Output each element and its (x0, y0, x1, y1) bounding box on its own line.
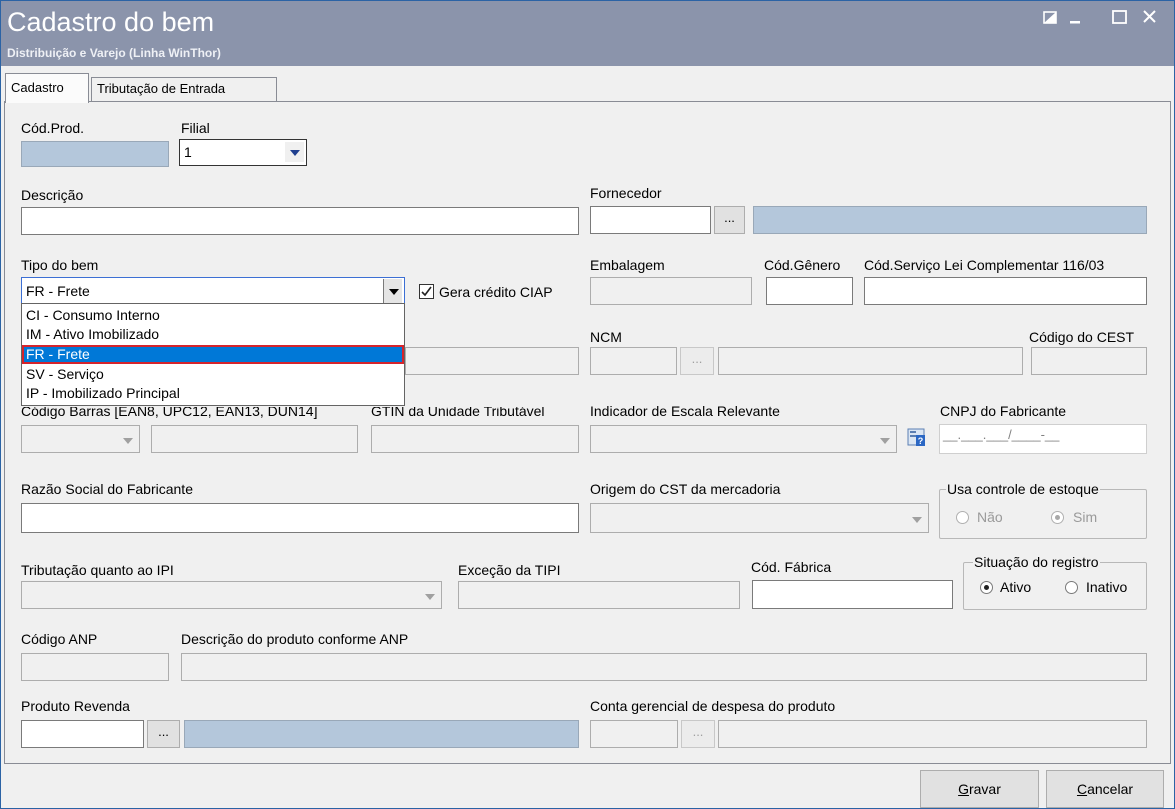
tipo-bem-option[interactable]: SV - Serviço (22, 365, 404, 384)
cancelar-accel: C (1076, 781, 1088, 797)
minimize-icon[interactable] (1065, 7, 1087, 27)
ncm-description-field (718, 347, 1023, 375)
filial-value: 1 (184, 144, 192, 160)
codigo-anp-field (21, 653, 169, 681)
close-icon[interactable] (1139, 7, 1161, 27)
situacao-inativo-label: Inativo (1086, 579, 1128, 595)
maximize-icon[interactable] (1109, 7, 1131, 27)
desc-anp-label: Descrição do produto conforme ANP (181, 631, 409, 647)
gtin-field (371, 425, 579, 453)
chevron-down-icon (118, 428, 137, 448)
desc-anp-field (181, 653, 1147, 681)
gravar-accel: G (958, 781, 969, 797)
fornecedor-name-field (753, 206, 1147, 234)
conta-gerencial-label: Conta gerencial de despesa do produto (590, 698, 836, 714)
conta-gerencial-search-button: ... (681, 720, 715, 748)
filial-label: Filial (181, 120, 210, 136)
descricao-input[interactable] (21, 207, 579, 235)
fornecedor-label: Fornecedor (590, 185, 662, 201)
gravar-button[interactable]: Gravar (920, 770, 1039, 808)
indicador-escala-label: Indicador de Escala Relevante (590, 403, 780, 419)
cnpj-mask: __.___.___/____-__ (943, 427, 1060, 442)
origem-cst-select (590, 503, 929, 533)
excecao-tipi-field (458, 581, 740, 609)
tipo-bem-option[interactable]: IM - Ativo Imobilizado (22, 325, 404, 344)
conta-gerencial-field (590, 720, 678, 748)
gera-credito-checkbox[interactable] (419, 284, 434, 299)
cod-servico-label: Cód.Serviço Lei Complementar 116/03 (864, 257, 1105, 273)
gera-credito-label: Gera crédito CIAP (439, 284, 553, 300)
tipo-bem-option[interactable]: CI - Consumo Interno (22, 306, 404, 325)
chevron-down-icon[interactable] (383, 279, 402, 303)
gravar-label: ravar (968, 781, 1001, 797)
produto-revenda-search-button[interactable]: ... (147, 720, 180, 748)
cod-fabrica-label: Cód. Fábrica (751, 559, 832, 575)
tipo-bem-select[interactable]: FR - Frete (21, 277, 405, 305)
filial-select[interactable]: 1 (179, 139, 307, 166)
tab-cadastro[interactable]: Cadastro (5, 73, 89, 103)
trib-ipi-select (21, 581, 442, 609)
title-bar: Cadastro do bem Distribuição e Varejo (L… (1, 1, 1174, 66)
chevron-down-icon (907, 507, 926, 527)
window-subtitle: Distribuição e Varejo (Linha WinThor) (7, 46, 221, 60)
cod-fabrica-input[interactable] (752, 580, 953, 609)
chevron-down-icon (875, 428, 894, 448)
trib-ipi-label: Tributação quanto ao IPI (21, 562, 174, 578)
cod-servico-input[interactable] (864, 277, 1147, 305)
embalagem-field (590, 277, 752, 305)
codigo-cest-label: Código do CEST (1029, 329, 1135, 345)
codigo-barras-field (151, 425, 358, 453)
estoque-sim-radio (1051, 511, 1064, 524)
window-title: Cadastro do bem (7, 7, 215, 37)
chevron-down-icon[interactable] (285, 142, 304, 162)
cancelar-button[interactable]: Cancelar (1046, 770, 1164, 808)
cod-genero-input[interactable] (766, 277, 853, 305)
tipo-bem-dropdown-list[interactable]: CI - Consumo Interno IM - Ativo Imobiliz… (21, 303, 405, 406)
produto-revenda-name-field (184, 720, 579, 748)
estoque-nao-label: Não (977, 509, 1003, 525)
tipo-bem-label: Tipo do bem (21, 257, 99, 273)
razao-social-label: Razão Social do Fabricante (21, 481, 193, 497)
situacao-ativo-label: Ativo (1000, 579, 1032, 595)
codigo-barras-select (21, 425, 140, 453)
cod-genero-label: Cód.Gênero (764, 257, 841, 273)
fornecedor-search-button[interactable]: ... (714, 206, 745, 234)
cancelar-label: ancelar (1087, 781, 1134, 797)
conta-gerencial-description-field (718, 720, 1147, 748)
descricao-label: Descrição (21, 187, 84, 203)
excecao-tipi-label: Exceção da TIPI (458, 562, 561, 578)
produto-revenda-input[interactable] (21, 720, 144, 748)
codigo-anp-label: Código ANP (21, 631, 98, 647)
cod-prod-label: Cód.Prod. (21, 120, 85, 136)
usa-controle-estoque-title: Usa controle de estoque (946, 481, 1100, 497)
ncm-label: NCM (590, 329, 622, 345)
embalagem-label: Embalagem (590, 257, 665, 273)
produto-revenda-label: Produto Revenda (21, 698, 130, 714)
tipo-bem-option[interactable]: IP - Imobilizado Principal (22, 384, 404, 403)
fornecedor-input[interactable] (590, 206, 711, 234)
origem-cst-label: Origem do CST da mercadoria (590, 481, 781, 497)
hidden-field (405, 347, 579, 375)
situacao-inativo-radio[interactable] (1065, 581, 1078, 594)
tipo-bem-value: FR - Frete (26, 283, 90, 299)
cnpj-fabricante-label: CNPJ do Fabricante (940, 403, 1067, 419)
help-icon[interactable]: ? (907, 427, 927, 447)
app-window: Cadastro do bem Distribuição e Varejo (L… (0, 0, 1175, 809)
estoque-nao-radio (956, 511, 969, 524)
ncm-search-button: ... (680, 347, 714, 375)
razao-social-input[interactable] (21, 503, 579, 533)
tipo-bem-option-selected[interactable]: FR - Frete (22, 345, 404, 364)
indicador-escala-select (590, 425, 897, 453)
estoque-sim-label: Sim (1073, 509, 1098, 525)
cod-prod-field (21, 141, 169, 167)
codigo-cest-field (1031, 347, 1147, 375)
restore-icon[interactable] (1039, 7, 1061, 27)
tab-tributacao-entrada[interactable]: Tributação de Entrada (91, 77, 277, 101)
chevron-down-icon (420, 584, 439, 604)
situacao-registro-title: Situação do registro (973, 554, 1100, 570)
situacao-ativo-radio[interactable] (980, 581, 993, 594)
svg-text:?: ? (918, 436, 924, 446)
ncm-field (590, 347, 677, 375)
